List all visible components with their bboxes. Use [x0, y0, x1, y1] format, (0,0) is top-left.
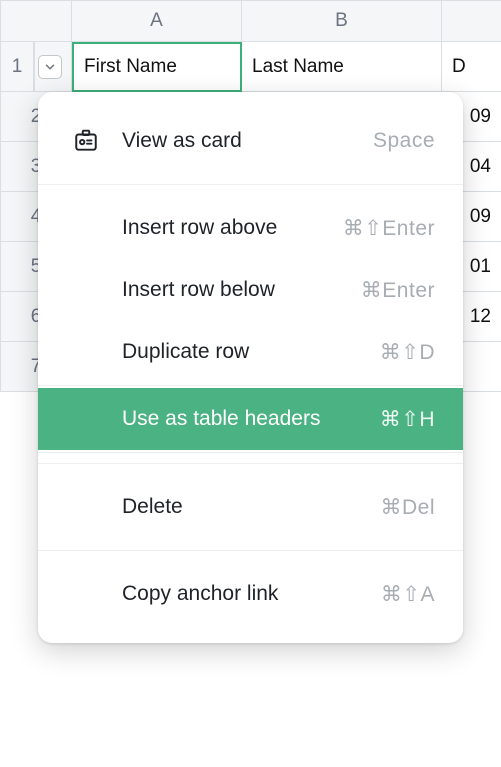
menu-insert-row-above[interactable]: Insert row above ⌘⇧Enter [38, 197, 463, 259]
menu-view-as-card[interactable]: View as card Space [38, 110, 463, 172]
menu-label: Delete [122, 495, 360, 519]
menu-separator [38, 385, 463, 386]
menu-separator [38, 452, 463, 453]
menu-label: View as card [122, 129, 353, 153]
row-dropdown-button[interactable] [38, 55, 62, 79]
menu-shortcut: Space [373, 129, 435, 153]
card-icon [70, 128, 102, 154]
menu-duplicate-row[interactable]: Duplicate row ⌘⇧D [38, 321, 463, 383]
menu-shortcut: ⌘⇧D [380, 340, 435, 365]
menu-shortcut: ⌘⇧Enter [343, 216, 435, 241]
cell-B1[interactable]: Last Name [242, 42, 442, 92]
menu-label: Duplicate row [122, 340, 360, 364]
menu-shortcut: ⌘⇧H [380, 407, 435, 432]
menu-label: Use as table headers [122, 407, 360, 431]
col-header-B[interactable]: B [242, 0, 442, 42]
cell-text: 09 [470, 106, 491, 128]
menu-use-as-table-headers[interactable]: Use as table headers ⌘⇧H [38, 388, 463, 450]
cell-A1[interactable]: First Name [72, 42, 242, 92]
cell-text: D [452, 56, 466, 78]
menu-shortcut: ⌘⇧A [381, 582, 435, 607]
menu-shortcut: ⌘Del [380, 495, 435, 520]
menu-separator [38, 463, 463, 464]
cell-C1[interactable]: D [442, 42, 501, 92]
cell-text: 04 [470, 156, 491, 178]
grid-corner [0, 0, 72, 42]
context-menu: View as card Space Insert row above ⌘⇧En… [38, 92, 463, 643]
chevron-down-icon [43, 60, 57, 74]
menu-separator [38, 184, 463, 185]
menu-copy-anchor-link[interactable]: Copy anchor link ⌘⇧A [38, 563, 463, 625]
cell-text: Last Name [252, 56, 344, 78]
col-header-partial[interactable] [442, 0, 501, 42]
menu-insert-row-below[interactable]: Insert row below ⌘Enter [38, 259, 463, 321]
cell-text: 01 [470, 256, 491, 278]
menu-shortcut: ⌘Enter [361, 278, 435, 303]
cell-text: First Name [84, 56, 177, 78]
row-menu-trigger-1[interactable] [34, 42, 72, 92]
cell-text: 09 [470, 206, 491, 228]
menu-delete[interactable]: Delete ⌘Del [38, 476, 463, 538]
menu-label: Insert row above [122, 216, 323, 240]
row-header-1[interactable]: 1 [0, 42, 34, 92]
col-header-A[interactable]: A [72, 0, 242, 42]
menu-separator [38, 550, 463, 551]
row-number: 1 [12, 56, 23, 78]
menu-label: Insert row below [122, 278, 341, 302]
cell-text: 12 [470, 306, 491, 328]
menu-label: Copy anchor link [122, 582, 361, 606]
